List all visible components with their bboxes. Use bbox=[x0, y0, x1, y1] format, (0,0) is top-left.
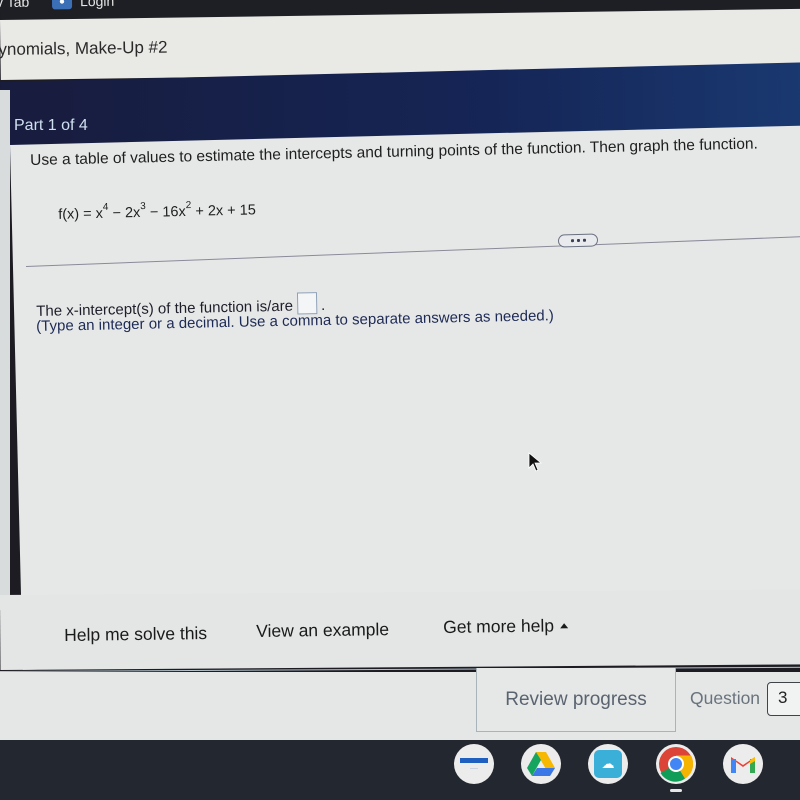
left-margin bbox=[0, 90, 10, 610]
bookmark-label: v Tab bbox=[0, 0, 30, 11]
mouse-cursor-icon bbox=[528, 452, 542, 472]
assignment-title: ynomials, Make-Up #2 bbox=[0, 37, 168, 60]
caret-up-icon bbox=[559, 623, 569, 629]
chrome-icon bbox=[659, 747, 694, 782]
cloud-icon: ☁ bbox=[594, 750, 622, 778]
bookmark-tab[interactable]: v Tab bbox=[0, 0, 29, 10]
review-progress-button[interactable]: Review progress bbox=[476, 668, 676, 732]
eq-term: − 2x bbox=[108, 204, 141, 222]
question-label: Question bbox=[690, 688, 761, 708]
eq-exponent: 4 bbox=[102, 201, 109, 213]
eq-term: f(x) = x bbox=[58, 205, 104, 223]
get-more-help-link[interactable]: Get more help bbox=[443, 615, 569, 638]
bookmark-label: Login bbox=[79, 0, 115, 10]
footer bbox=[0, 672, 800, 742]
eq-exponent: 2 bbox=[185, 199, 192, 212]
shelf-app-cloud[interactable]: ☁ bbox=[588, 744, 628, 784]
login-icon: ● bbox=[51, 0, 73, 10]
pearson-icon: —— bbox=[460, 758, 488, 770]
shelf-app-drive[interactable] bbox=[521, 744, 561, 784]
shelf-app-gmail[interactable] bbox=[723, 744, 763, 784]
get-more-help-label: Get more help bbox=[443, 615, 555, 637]
active-app-indicator bbox=[670, 789, 682, 792]
shelf-app-chrome[interactable] bbox=[656, 744, 696, 784]
bookmark-login[interactable]: ● Login bbox=[51, 0, 115, 10]
view-an-example-link[interactable]: View an example bbox=[256, 619, 389, 642]
dot-icon bbox=[576, 238, 580, 243]
eq-term: + 2x + 15 bbox=[191, 202, 257, 220]
question-number-input[interactable]: 3 bbox=[767, 682, 800, 716]
shelf-app-pearson[interactable]: —— bbox=[454, 744, 494, 784]
expand-more-button[interactable] bbox=[557, 233, 599, 248]
drive-icon bbox=[527, 752, 555, 776]
dot-icon bbox=[570, 239, 574, 243]
part-label: Part 1 of 4 bbox=[14, 117, 88, 134]
help-me-solve-this-link[interactable]: Help me solve this bbox=[64, 623, 207, 646]
dot-icon bbox=[582, 238, 586, 242]
gmail-icon bbox=[731, 757, 755, 773]
eq-exponent: 3 bbox=[140, 201, 146, 213]
eq-term: − 16x bbox=[145, 203, 186, 221]
